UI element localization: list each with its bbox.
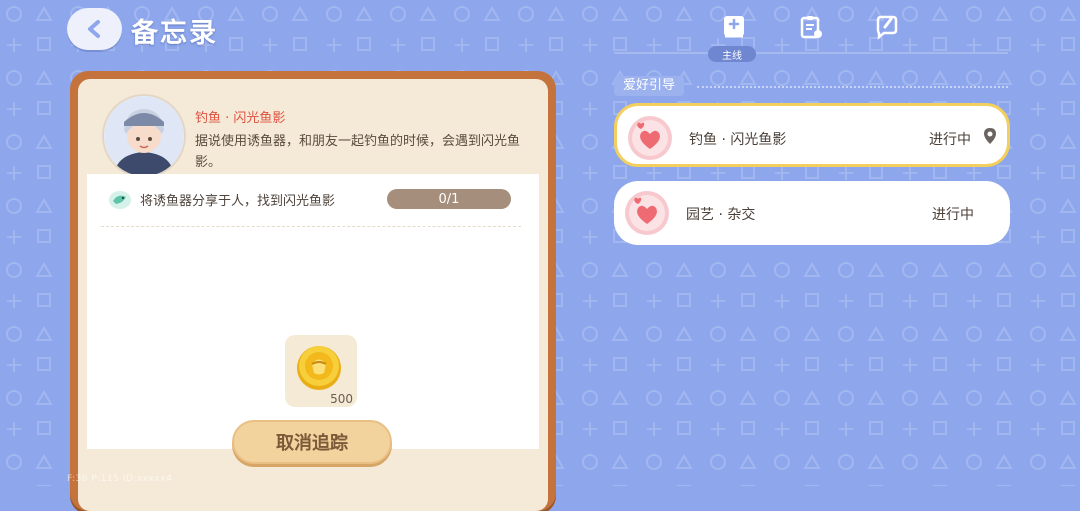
bird-icon bbox=[109, 191, 131, 209]
heart-hobby-icon bbox=[628, 116, 672, 160]
avatar bbox=[104, 96, 184, 176]
section-title: 爱好引导 bbox=[614, 76, 685, 96]
clipboard-icon bbox=[800, 16, 822, 39]
untrack-button[interactable]: 取消追踪 bbox=[232, 420, 392, 464]
tab-label-main: 主线 bbox=[708, 46, 756, 62]
quest-list-title: 钓鱼 · 闪光鱼影 bbox=[689, 132, 787, 148]
back-arrow-icon bbox=[87, 20, 100, 38]
task-row: 将诱鱼器分享于人，找到闪光鱼影 0/1 bbox=[87, 174, 539, 224]
back-button[interactable] bbox=[67, 8, 122, 50]
task-text: 将诱鱼器分享于人，找到闪光鱼影 bbox=[140, 194, 336, 209]
tab-notes[interactable] bbox=[872, 12, 902, 42]
page-title: 备忘录 bbox=[131, 18, 218, 49]
location-pin-icon bbox=[984, 128, 996, 144]
quest-name: 钓鱼 · 闪光鱼影 bbox=[195, 111, 286, 126]
section-divider bbox=[697, 86, 1008, 88]
tab-underline bbox=[614, 52, 1008, 54]
heart-hobby-icon bbox=[625, 191, 669, 235]
quest-description: 据说使用诱鱼器，和朋友一起钓鱼的时候，会遇到闪光鱼影。 bbox=[195, 134, 521, 170]
task-panel: 将诱鱼器分享于人，找到闪光鱼影 0/1 500 bbox=[87, 174, 539, 449]
reward-count: 500 bbox=[330, 392, 353, 406]
note-pen-icon bbox=[876, 15, 898, 40]
quest-list-title: 园艺 · 杂交 bbox=[686, 207, 756, 223]
tab-daily[interactable] bbox=[796, 12, 826, 42]
divider bbox=[101, 226, 521, 227]
quest-detail-card: 钓鱼 · 闪光鱼影 据说使用诱鱼器，和朋友一起钓鱼的时候，会遇到闪光鱼影。 将诱… bbox=[70, 71, 556, 511]
reward-item[interactable]: 500 bbox=[285, 335, 357, 407]
quest-list-item[interactable]: 园艺 · 杂交 进行中 bbox=[614, 181, 1010, 245]
main-quest-book-icon bbox=[724, 16, 744, 38]
debug-stats: F:30 P:115 ID:xxxxx4 bbox=[67, 474, 173, 484]
quest-list-status: 进行中 bbox=[932, 207, 974, 223]
task-progress: 0/1 bbox=[387, 189, 511, 209]
tab-main[interactable] bbox=[719, 12, 749, 42]
quest-list-status: 进行中 bbox=[929, 132, 971, 148]
quest-list-item[interactable]: 钓鱼 · 闪光鱼影 进行中 bbox=[614, 103, 1010, 167]
